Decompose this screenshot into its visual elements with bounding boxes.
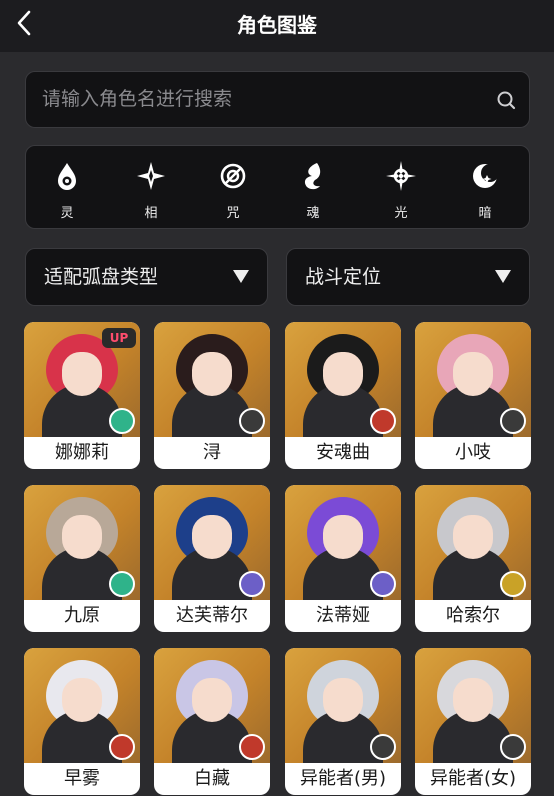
character-card[interactable]: 哈索尔 <box>415 485 531 632</box>
character-card[interactable]: 安魂曲 <box>285 322 401 469</box>
caret-down-icon <box>495 270 511 283</box>
element-badge-icon <box>109 734 135 760</box>
spirit-drop-icon <box>58 163 76 190</box>
filter-label: 相 <box>144 206 158 221</box>
up-badge: UP <box>102 328 136 348</box>
element-badge-icon <box>370 734 396 760</box>
search-icon[interactable] <box>495 89 517 111</box>
character-card[interactable]: 早雾 <box>24 648 140 795</box>
caret-down-icon <box>233 270 249 283</box>
combat-role-dropdown[interactable]: 战斗定位 <box>286 248 530 306</box>
character-portrait: UP <box>24 322 140 437</box>
portrait-face <box>192 515 232 559</box>
character-name: 安魂曲 <box>316 442 370 463</box>
filter-curse[interactable]: 咒 <box>203 154 263 222</box>
portrait-face <box>323 515 363 559</box>
element-badge-icon <box>239 408 265 434</box>
character-card[interactable]: 白藏 <box>154 648 270 795</box>
portrait-face <box>323 352 363 396</box>
element-badge-icon <box>500 408 526 434</box>
filter-dark[interactable]: 暗 <box>455 154 515 222</box>
character-name: 哈索尔 <box>446 605 500 626</box>
search-placeholder: 请输入角色名进行搜索 <box>42 88 233 110</box>
portrait-face <box>62 352 102 396</box>
element-badge-icon <box>500 734 526 760</box>
character-name: 白藏 <box>194 768 230 789</box>
character-name: 达芙蒂尔 <box>176 605 248 626</box>
filter-label: 灵 <box>60 206 74 221</box>
soul-flame-icon <box>304 163 321 190</box>
character-portrait <box>154 648 270 763</box>
character-card[interactable]: 九原 <box>24 485 140 632</box>
filter-spirit[interactable]: 灵 <box>37 154 97 222</box>
element-badge-icon <box>109 571 135 597</box>
portrait-face <box>192 678 232 722</box>
character-portrait <box>415 322 531 437</box>
element-badge-icon <box>370 408 396 434</box>
search-input[interactable]: 请输入角色名进行搜索 <box>25 71 530 128</box>
element-badge-icon <box>239 571 265 597</box>
character-name: 浔 <box>203 442 221 463</box>
character-portrait <box>285 322 401 437</box>
character-card[interactable]: 浔 <box>154 322 270 469</box>
character-name: 小吱 <box>455 442 491 463</box>
phase-star-icon <box>137 162 165 190</box>
light-burst-icon <box>386 161 416 191</box>
character-portrait <box>24 648 140 763</box>
dark-crescent-icon <box>473 164 499 188</box>
portrait-face <box>453 515 493 559</box>
portrait-face <box>62 515 102 559</box>
filter-label: 光 <box>394 206 408 221</box>
curse-ring-icon <box>220 163 246 189</box>
top-bar: 角色图鉴 <box>0 0 554 52</box>
filter-phase[interactable]: 相 <box>121 154 181 222</box>
character-card[interactable]: 法蒂娅 <box>285 485 401 632</box>
portrait-face <box>62 678 102 722</box>
character-card[interactable]: 异能者(女) <box>415 648 531 795</box>
character-portrait <box>285 485 401 600</box>
character-name: 娜娜莉 <box>55 442 109 463</box>
character-card[interactable]: UP 娜娜莉 <box>24 322 140 469</box>
element-badge-icon <box>239 734 265 760</box>
character-portrait <box>415 648 531 763</box>
dropdown-label: 适配弧盘类型 <box>44 266 159 288</box>
character-portrait <box>154 322 270 437</box>
character-card[interactable]: 异能者(男) <box>285 648 401 795</box>
page-title: 角色图鉴 <box>237 13 317 37</box>
filter-label: 暗 <box>478 206 492 221</box>
portrait-face <box>453 352 493 396</box>
character-portrait <box>24 485 140 600</box>
character-portrait <box>285 648 401 763</box>
character-portrait <box>154 485 270 600</box>
portrait-face <box>323 678 363 722</box>
character-portrait <box>415 485 531 600</box>
character-name: 异能者(女) <box>429 768 517 789</box>
character-card[interactable]: 达芙蒂尔 <box>154 485 270 632</box>
filter-light[interactable]: 光 <box>371 154 431 222</box>
character-name: 早雾 <box>64 768 100 789</box>
element-filter-bar: 灵 相 咒 魂 光 暗 <box>25 145 530 229</box>
character-name: 异能者(男) <box>299 768 387 789</box>
element-badge-icon <box>500 571 526 597</box>
filter-label: 咒 <box>226 206 240 221</box>
dropdown-label: 战斗定位 <box>305 266 382 288</box>
element-badge-icon <box>370 571 396 597</box>
portrait-face <box>192 352 232 396</box>
element-badge-icon <box>109 408 135 434</box>
character-name: 法蒂娅 <box>316 605 370 626</box>
filter-soul[interactable]: 魂 <box>283 154 343 222</box>
filter-label: 魂 <box>306 206 320 221</box>
portrait-face <box>453 678 493 722</box>
character-card[interactable]: 小吱 <box>415 322 531 469</box>
arc-disk-type-dropdown[interactable]: 适配弧盘类型 <box>25 248 268 306</box>
character-name: 九原 <box>64 605 100 626</box>
